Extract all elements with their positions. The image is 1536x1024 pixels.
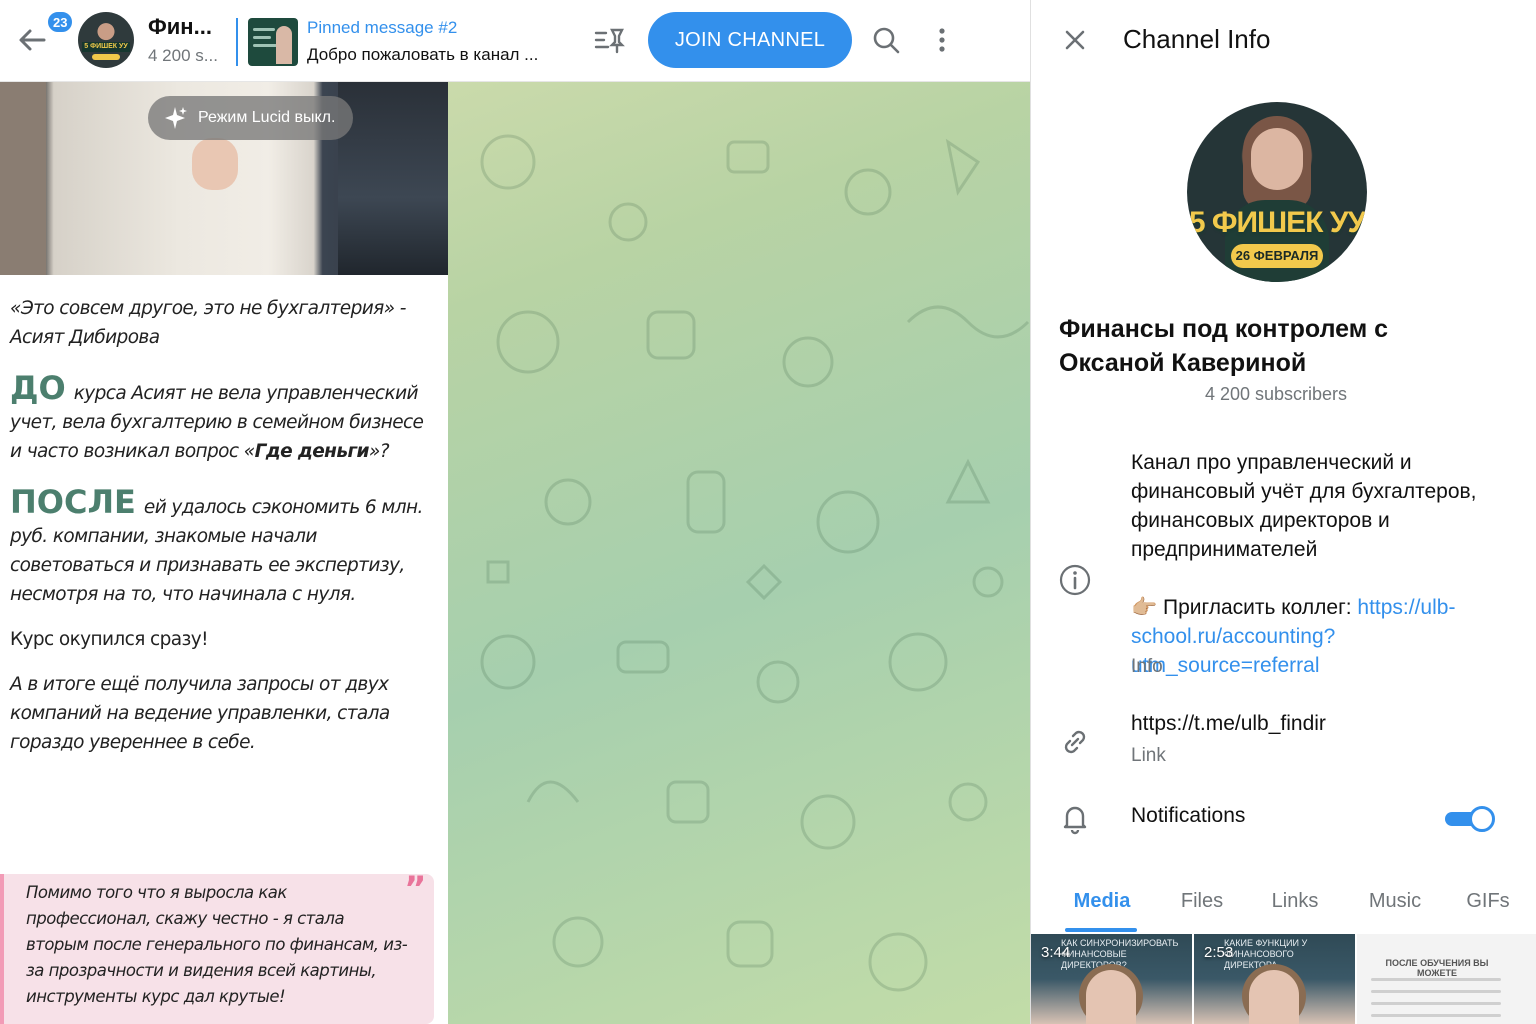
unread-count-badge: 23 — [46, 10, 75, 34]
avatar-date-pill — [92, 54, 120, 60]
channel-avatar-large[interactable]: 5 ФИШЕК УУ 26 ФЕВРАЛЯ — [1187, 102, 1367, 282]
lucid-mode-toggle[interactable]: Режим Lucid выкл. — [148, 96, 354, 140]
notifications-label: Notifications — [1131, 804, 1246, 827]
quote-mark-icon: ” — [404, 869, 426, 909]
media-item-video[interactable]: Как синхронизировать финансовые директор… — [1031, 934, 1192, 1024]
thumb-person — [276, 26, 292, 64]
after-heading: ПОСЛЕ — [10, 483, 136, 521]
thumb-line — [253, 28, 275, 31]
media-item-video[interactable]: Какие функции у финансового директора 2:… — [1194, 934, 1355, 1024]
thumb-line — [253, 36, 271, 39]
media-grid: Как синхронизировать финансовые директор… — [1031, 934, 1536, 1024]
link-icon — [1064, 730, 1086, 754]
post-photo[interactable]: Режим Lucid выкл. — [0, 82, 448, 275]
close-icon[interactable] — [1057, 22, 1093, 58]
testimonial-quote: ” Помимо того что я выросла как професси… — [0, 869, 434, 1024]
avatar-headline: 5 ФИШЕК УУ — [1188, 206, 1366, 239]
video-duration: 3:44 — [1041, 944, 1071, 961]
tab-gifs[interactable]: GIFs — [1463, 876, 1513, 934]
pinned-message-label[interactable]: Pinned message #2 — [307, 18, 457, 38]
channel-post: Режим Lucid выкл. «Это совсем другое, эт… — [0, 82, 448, 1024]
post-text: «Это совсем другое, это не бухгалтерия» … — [10, 294, 430, 773]
lucid-mode-label: Режим Lucid выкл. — [198, 109, 336, 126]
chat-subtitle: 4 200 s... — [148, 46, 218, 65]
quote-text: Помимо того что я выросла как профессион… — [26, 883, 408, 1006]
thumb-line — [253, 44, 277, 47]
channel-link[interactable]: https://t.me/ulb_findir — [1131, 712, 1326, 736]
post-before-paragraph: ДО курса Асият не вела управленческий уче… — [10, 372, 430, 466]
tab-files[interactable]: Files — [1165, 876, 1239, 934]
pinned-message-text[interactable]: Добро пожаловать в канал ... — [307, 45, 538, 65]
video-person — [1086, 970, 1136, 1024]
description-text: Канал про управленческий и финансовый уч… — [1131, 451, 1477, 561]
pinned-divider — [236, 18, 238, 66]
channel-description: Канал про управленческий и финансовый уч… — [1131, 448, 1521, 680]
document-line — [1371, 1014, 1501, 1017]
avatar-face — [1251, 128, 1303, 190]
info-caption: Info — [1131, 656, 1163, 677]
panel-title: Channel Info — [1123, 24, 1271, 54]
document-line — [1371, 978, 1501, 981]
chat-title[interactable]: Фин... — [148, 14, 212, 40]
photo-hands — [192, 138, 238, 190]
document-title: ПОСЛЕ ОБУЧЕНИЯ ВЫ МОЖЕТЕ — [1385, 958, 1489, 978]
search-icon[interactable] — [868, 22, 904, 58]
post-payoff: Курс окупился сразу! — [10, 629, 209, 650]
invite-line: 👉🏼 Пригласить коллег: https://ulb-school… — [1131, 593, 1521, 680]
link-caption: Link — [1131, 745, 1166, 766]
toggle-knob — [1469, 806, 1495, 832]
photo-left-area — [0, 82, 46, 275]
join-channel-button[interactable]: JOIN CHANNEL — [648, 12, 852, 68]
before-text-2: »? — [368, 441, 390, 462]
post-result: А в итоге ещё получила запросы от двух к… — [10, 674, 390, 753]
document-line — [1371, 990, 1501, 993]
tab-links[interactable]: Links — [1263, 876, 1327, 934]
before-heading: ДО — [10, 369, 66, 407]
sparkle-icon — [165, 107, 187, 129]
media-tabs: Media Files Links Music GIFs — [1031, 876, 1536, 934]
avatar-date: 26 ФЕВРАЛЯ — [1231, 244, 1323, 268]
info-icon — [1059, 564, 1091, 596]
post-after-paragraph: ПОСЛЕ ей удалось сэкономить 6 млн. руб. к… — [10, 486, 430, 609]
post-intro: «Это совсем другое, это не бухгалтерия» … — [10, 298, 406, 348]
active-tab-indicator — [1065, 928, 1137, 932]
photo-right-area — [338, 82, 448, 275]
pinned-list-icon[interactable] — [590, 22, 626, 58]
avatar-band-text: 5 ФИШЕК УУ — [82, 42, 130, 52]
channel-avatar[interactable]: 5 ФИШЕК УУ — [78, 12, 134, 68]
notifications-toggle[interactable] — [1445, 806, 1495, 832]
channel-name: Финансы под контролем с Оксаной Каверино… — [1059, 315, 1389, 377]
before-bold: Где деньги — [254, 441, 370, 462]
media-item-document[interactable]: ПОСЛЕ ОБУЧЕНИЯ ВЫ МОЖЕТЕ — [1357, 934, 1536, 1024]
chat-header: 23 5 ФИШЕК УУ Фин... 4 200 s... Pinned m… — [0, 0, 1030, 82]
channel-info-panel: Channel Info 5 ФИШЕК УУ 26 ФЕВРАЛЯ Финан… — [1030, 0, 1536, 1024]
video-duration: 2:53 — [1204, 944, 1234, 961]
video-person — [1249, 970, 1299, 1024]
wallpaper-pattern — [480, 134, 1030, 992]
bell-icon — [1063, 806, 1087, 835]
back-arrow-icon[interactable] — [14, 22, 50, 58]
tab-music[interactable]: Music — [1363, 876, 1427, 934]
more-options-icon[interactable] — [924, 22, 960, 58]
document-line — [1371, 1002, 1501, 1005]
pointing-hand-icon: 👉🏼 — [1131, 596, 1158, 619]
invite-text: Пригласить коллег: — [1157, 596, 1358, 619]
subscriber-count: 4 200 subscribers — [1204, 384, 1348, 404]
pinned-message-thumbnail[interactable] — [248, 18, 298, 66]
tab-media[interactable]: Media — [1061, 876, 1143, 934]
